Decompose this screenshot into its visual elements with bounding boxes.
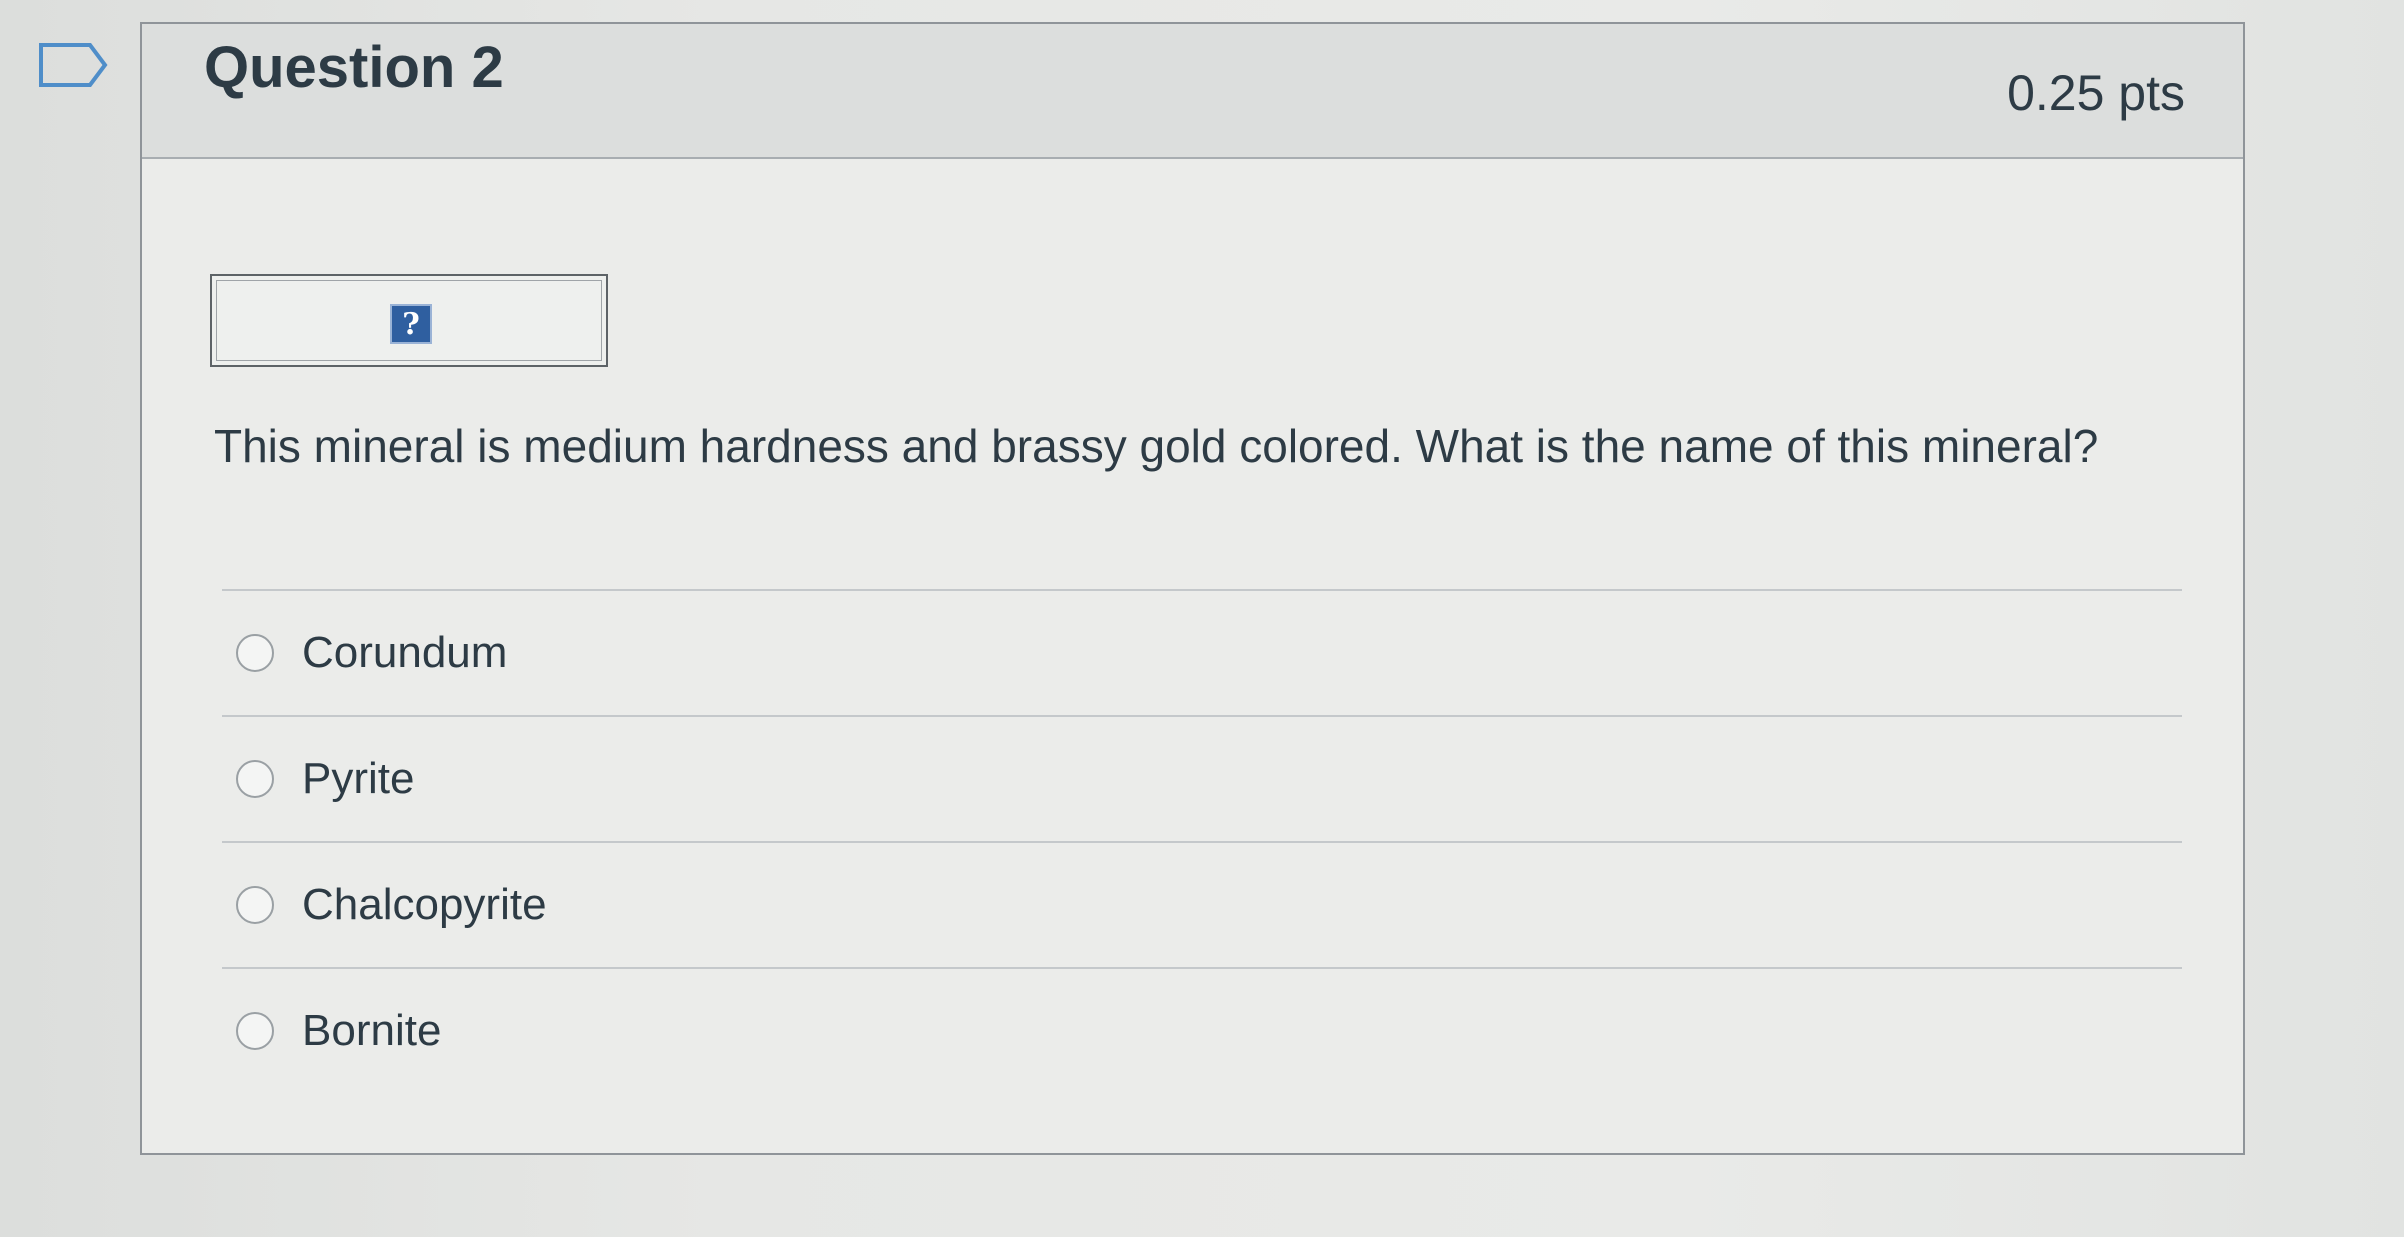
answer-option-bornite[interactable]: Bornite [222,969,2182,1093]
answer-label: Chalcopyrite [302,880,547,929]
answer-label: Pyrite [302,754,415,803]
radio-button[interactable] [236,1012,274,1050]
answer-label: Bornite [302,1006,442,1055]
flag-question-icon[interactable] [38,42,108,88]
quiz-page: Question 2 0.25 pts ? This mineral is me… [0,0,2404,1237]
question-card: Question 2 0.25 pts ? This mineral is me… [140,22,2245,1155]
answer-option-pyrite[interactable]: Pyrite [222,717,2182,841]
broken-image-icon: ? [390,304,432,344]
answer-option-corundum[interactable]: Corundum [222,591,2182,715]
answer-list: Corundum Pyrite Chalcopyrite Bornite [222,589,2182,1093]
question-points: 0.25 pts [2007,65,2185,121]
question-header: Question 2 0.25 pts [142,24,2243,159]
radio-button[interactable] [236,760,274,798]
question-title: Question 2 [204,35,504,100]
radio-button[interactable] [236,886,274,924]
answer-option-chalcopyrite[interactable]: Chalcopyrite [222,843,2182,967]
answer-label: Corundum [302,628,508,677]
question-image: ? [210,274,608,367]
radio-button[interactable] [236,634,274,672]
question-text: This mineral is medium hardness and bras… [214,420,2099,472]
